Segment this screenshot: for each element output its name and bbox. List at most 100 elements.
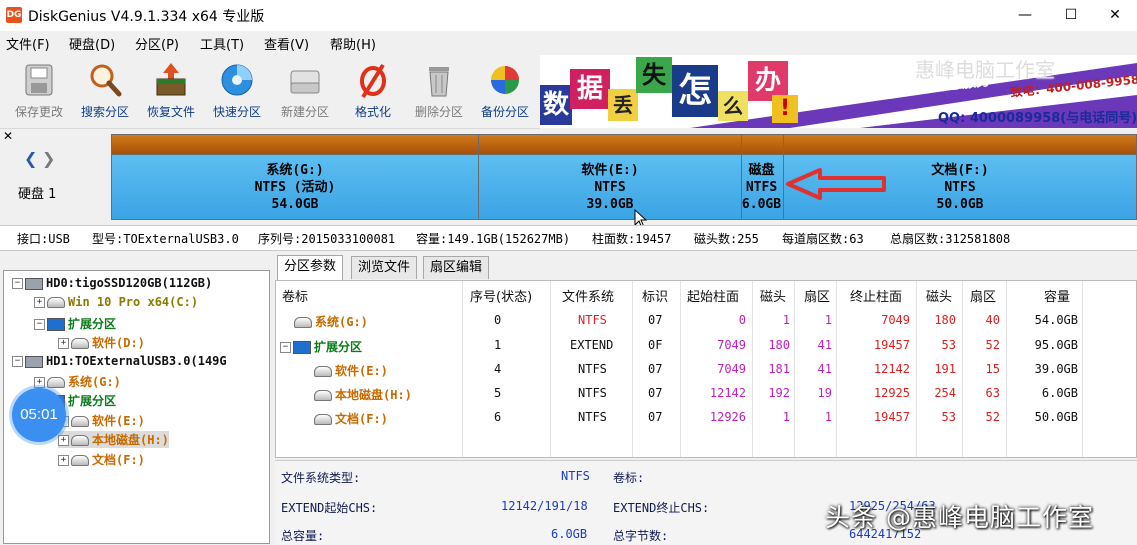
- tree-node-win10[interactable]: + Win 10 Pro x64(C:): [34, 295, 198, 309]
- extended-partition-icon: [47, 318, 65, 331]
- total-capacity-value: 6.0GB: [551, 527, 588, 541]
- red-arrow-annotation: [786, 168, 886, 200]
- hard-disk-icon: [25, 355, 43, 368]
- delete-partition-button[interactable]: 删除分区: [406, 55, 472, 125]
- info-interface: 接口:USB: [17, 232, 70, 246]
- table-row[interactable]: 软件(E:) 4 NTFS 07 7049 181 41 12142 191 1…: [276, 358, 1136, 382]
- partition-name: 软件(E:): [581, 163, 639, 178]
- col-index[interactable]: 序号(状态): [470, 286, 532, 305]
- partition-icon: [314, 366, 332, 377]
- disk-label: 硬盘 1: [18, 187, 57, 202]
- format-icon: [353, 61, 393, 99]
- close-button[interactable]: ✕: [1092, 2, 1137, 28]
- minimize-button[interactable]: —: [1002, 2, 1048, 28]
- close-map-icon[interactable]: ✕: [3, 129, 13, 143]
- tree-node-docs[interactable]: + 文档(F:): [58, 451, 145, 468]
- magnifier-icon: [85, 61, 125, 99]
- save-icon: [19, 61, 59, 99]
- col-start-cyl[interactable]: 起始柱面: [687, 286, 739, 305]
- info-capacity: 容量:149.1GB(152627MB): [416, 232, 571, 246]
- table-row[interactable]: 系统(G:) 0 NTFS 07 0 1 1 7049 180 40 54.0G…: [276, 309, 1136, 333]
- new-partition-button[interactable]: 新建分区: [272, 55, 338, 125]
- tree-node-hd1[interactable]: − HD1:TOExternalUSB3.0(149G: [12, 354, 227, 368]
- tree-node-system[interactable]: + 系统(G:): [34, 373, 121, 390]
- col-start-head[interactable]: 磁头: [760, 286, 786, 305]
- fs-type-value: NTFS: [561, 469, 590, 483]
- partition-block-local[interactable]: 磁盘 NTFS 6.0GB: [741, 134, 784, 220]
- banner-char-5: 怎: [672, 65, 718, 117]
- banner-char-3: 丢: [608, 89, 638, 121]
- col-start-sector[interactable]: 扇区: [804, 286, 830, 305]
- tree-node-hd0-extended[interactable]: − 扩展分区: [34, 315, 116, 332]
- partition-icon: [314, 414, 332, 425]
- tree-node-software[interactable]: +软件(E:): [58, 412, 145, 429]
- disk-info-line: 接口:USB 型号:TOExternalUSB3.0 序列号:201503310…: [0, 225, 1137, 251]
- recording-timer[interactable]: 05:01: [12, 388, 66, 442]
- info-heads: 磁头数:255: [694, 232, 759, 246]
- format-label: 格式化: [354, 105, 391, 119]
- partition-size: 54.0GB: [271, 197, 319, 212]
- menu-view[interactable]: 查看(V): [264, 34, 309, 53]
- menu-partition[interactable]: 分区(P): [135, 34, 179, 53]
- partition-fs: NTFS (活动): [254, 180, 336, 195]
- tree-node-local-disk[interactable]: + 本地磁盘(H:): [58, 431, 169, 448]
- col-end-cyl[interactable]: 终止柱面: [850, 286, 902, 305]
- banner-char-2: 据: [570, 69, 610, 109]
- search-partition-button[interactable]: 搜索分区: [72, 55, 138, 125]
- banner-char-4: 失: [636, 57, 672, 93]
- partition-icon: [71, 455, 89, 466]
- recover-files-button[interactable]: 恢复文件: [138, 55, 204, 125]
- partition-fs: NTFS: [594, 180, 626, 195]
- info-sectors-per-track: 每道扇区数:63: [782, 232, 864, 246]
- format-button[interactable]: 格式化: [340, 55, 406, 125]
- partition-icon: [294, 317, 312, 328]
- tree-node-hd0-software[interactable]: + 软件(D:): [58, 334, 145, 351]
- tab-bar: 分区参数 浏览文件 扇区编辑: [275, 255, 1137, 280]
- tab-partition-params[interactable]: 分区参数: [277, 255, 344, 280]
- partition-table: 卷标 序号(状态) 文件系统 标识 起始柱面 磁头 扇区 终止柱面 磁头 扇区 …: [275, 280, 1137, 458]
- col-id[interactable]: 标识: [642, 286, 668, 305]
- backup-partition-button[interactable]: 备份分区: [472, 55, 538, 125]
- new-partition-label: 新建分区: [280, 105, 329, 119]
- partition-name: 磁盘: [748, 163, 775, 178]
- total-bytes-label: 总字节数:: [613, 529, 669, 543]
- info-serial: 序列号:2015033100081: [258, 232, 396, 246]
- maximize-button[interactable]: ☐: [1048, 2, 1094, 28]
- col-capacity[interactable]: 容量: [1044, 286, 1070, 305]
- menu-bar: 文件(F) 硬盘(D) 分区(P) 工具(T) 查看(V) 帮助(H): [0, 31, 1137, 55]
- delete-partition-label: 删除分区: [414, 105, 463, 119]
- table-row[interactable]: − 扩展分区 1 EXTEND 0F 7049 180 41 19457 53 5…: [276, 334, 1136, 358]
- partition-icon: [47, 377, 65, 388]
- new-partition-icon: [285, 61, 325, 99]
- banner-char-6: 么: [718, 91, 748, 121]
- table-row[interactable]: 文档(F:) 6 NTFS 07 12926 1 1 19457 53 52 5…: [276, 406, 1136, 430]
- tree-node-hd0[interactable]: − HD0:tigoSSD120GB(112GB): [12, 276, 212, 290]
- col-end-head[interactable]: 磁头: [926, 286, 952, 305]
- hard-disk-icon: [25, 277, 43, 290]
- partition-icon: [314, 390, 332, 401]
- partition-fs: NTFS: [745, 180, 778, 195]
- toolbar: 保存更改 搜索分区 恢复文件 快速分区 新建分区 格式化 删除分区 备份分区: [0, 55, 540, 129]
- save-button[interactable]: 保存更改: [6, 55, 72, 125]
- video-watermark: 头条 @惠峰电脑工作室: [825, 503, 1094, 532]
- menu-help[interactable]: 帮助(H): [330, 34, 376, 53]
- next-disk-icon[interactable]: ❯: [42, 149, 55, 168]
- partition-block-software[interactable]: 软件(E:) NTFS 39.0GB: [478, 134, 742, 220]
- menu-file[interactable]: 文件(F): [6, 34, 50, 53]
- quick-partition-button[interactable]: 快速分区: [204, 55, 270, 125]
- banner-char-8: !: [772, 95, 798, 123]
- col-end-sector[interactable]: 扇区: [970, 286, 996, 305]
- menu-tools[interactable]: 工具(T): [200, 34, 244, 53]
- partition-icon: [71, 416, 89, 427]
- disk-map: ✕ ❮ ❯ 硬盘 1 系统(G:) NTFS (活动) 54.0GB 软件(E:…: [0, 129, 1137, 229]
- partition-block-system[interactable]: 系统(G:) NTFS (活动) 54.0GB: [111, 134, 479, 220]
- col-filesystem[interactable]: 文件系统: [562, 286, 614, 305]
- menu-disk[interactable]: 硬盘(D): [69, 34, 115, 53]
- prev-disk-icon[interactable]: ❮: [24, 149, 37, 168]
- search-partition-label: 搜索分区: [80, 105, 129, 119]
- recover-files-label: 恢复文件: [146, 105, 195, 119]
- tab-sector-edit[interactable]: 扇区编辑: [423, 256, 490, 279]
- col-volume[interactable]: 卷标: [282, 286, 308, 305]
- tab-browse-files[interactable]: 浏览文件: [351, 256, 418, 279]
- table-row[interactable]: 本地磁盘(H:) 5 NTFS 07 12142 192 19 12925 25…: [276, 382, 1136, 406]
